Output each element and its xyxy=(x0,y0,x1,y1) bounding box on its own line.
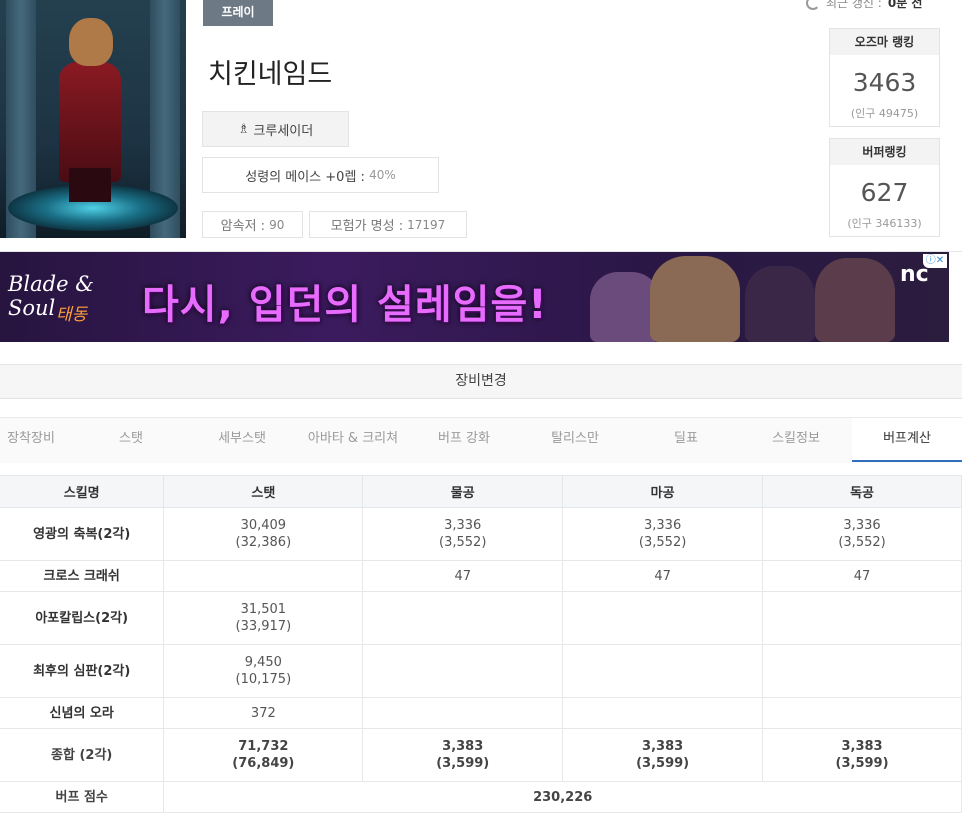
section-title[interactable]: 장비변경 xyxy=(0,364,962,399)
skill-name: 크로스 크래쉬 xyxy=(0,560,165,592)
tab-buff-enhance[interactable]: 버프 강화 xyxy=(414,418,514,462)
character-header: 프레이 치킨네임드 ♗ 크루세이더 성령의 메이스 +0렙 : 40% 암속저 … xyxy=(0,0,962,240)
character-figure xyxy=(55,18,125,202)
skill-name: 종합 (2각) xyxy=(0,728,165,782)
mag-cell: 47 xyxy=(562,560,764,592)
tab-stats[interactable]: 스탯 xyxy=(84,418,178,462)
tab-avatar-creature[interactable]: 아바타 & 크리쳐 xyxy=(300,418,406,462)
ranking-value: 627 xyxy=(860,178,909,207)
ranking-population: (인구 346133) xyxy=(847,217,922,230)
stat-cell: 9,450 (10,175) xyxy=(163,644,364,698)
figure-legs xyxy=(69,168,111,202)
stat-cell: 30,409 (32,386) xyxy=(163,507,364,561)
mag-cell: 3,383 (3,599) xyxy=(562,728,764,782)
header-mag: 마공 xyxy=(562,475,764,508)
tab-damage-table[interactable]: 딜표 xyxy=(636,418,736,462)
total-row: 종합 (2각) 71,732 (76,849) 3,383 (3,599) 3,38… xyxy=(0,728,962,782)
table-row: 영광의 축복(2각) 30,409 (32,386) 3,336 (3,552) 3… xyxy=(0,507,962,561)
ad-banner[interactable]: Blade & Soul 태동 다시, 입던의 설레임을! nc ⓘ✕ xyxy=(0,252,949,342)
tab-skill-info[interactable]: 스킬정보 xyxy=(746,418,846,462)
phys-cell xyxy=(362,591,564,645)
dark-resist-label: 암속저 : xyxy=(220,219,266,234)
ind-cell: 3,336 (3,552) xyxy=(762,507,962,561)
job-box: ♗ 크루세이더 xyxy=(202,111,349,147)
tab-detail-stats[interactable]: 세부스탯 xyxy=(194,418,290,462)
update-label: 최근 갱신 : xyxy=(826,0,882,10)
phys-cell xyxy=(362,644,564,698)
fame-box: 모험가 명성 :17197 xyxy=(309,211,467,238)
stat-cell: 31,501 (33,917) xyxy=(163,591,364,645)
tab-bar: 장착장비 스탯 세부스탯 아바타 & 크리쳐 버프 강화 탈리스만 딜표 스킬정… xyxy=(0,417,962,463)
fame-value: 17197 xyxy=(407,217,446,232)
mag-cell: 3,336 (3,552) xyxy=(562,507,764,561)
header-stat: 스탯 xyxy=(163,475,364,508)
ind-cell: 47 xyxy=(762,560,962,592)
character-portrait xyxy=(0,0,186,238)
skill-name: 최후의 심판(2각) xyxy=(0,644,165,698)
ranking-value: 3463 xyxy=(852,68,917,97)
ind-cell xyxy=(762,697,962,729)
table-row: 신념의 오라 372 xyxy=(0,697,962,729)
stat-cell: 71,732 (76,849) xyxy=(163,728,364,782)
stat-cell xyxy=(163,560,364,592)
banner-characters xyxy=(560,252,900,342)
table-row: 최후의 심판(2각) 9,450 (10,175) xyxy=(0,644,962,698)
header-phys: 물공 xyxy=(362,475,564,508)
weapon-pct: 40% xyxy=(369,168,396,182)
figure-body xyxy=(59,62,121,182)
mag-cell xyxy=(562,591,764,645)
buffer-ranking-box: 버퍼랭킹 627 (인구 346133) xyxy=(829,138,940,237)
tab-talisman[interactable]: 탈리스만 xyxy=(526,418,624,462)
job-label: 크루세이더 xyxy=(253,123,314,139)
mag-cell xyxy=(562,697,764,729)
dark-resist-value: 90 xyxy=(269,217,285,232)
ind-cell xyxy=(762,644,962,698)
ranking-title: 버퍼랭킹 xyxy=(830,139,939,165)
class-badge: 프레이 xyxy=(203,0,273,26)
phys-cell xyxy=(362,697,564,729)
banner-headline: 다시, 입던의 설레임을! xyxy=(142,282,548,328)
character-name: 치킨네임드 xyxy=(208,59,333,90)
weapon-box: 성령의 메이스 +0렙 : 40% xyxy=(202,157,439,193)
update-status[interactable]: 최근 갱신 : 0분 전 xyxy=(806,0,922,11)
score-value: 230,226 xyxy=(163,781,962,813)
mag-cell xyxy=(562,644,764,698)
header-ind: 독공 xyxy=(762,475,962,508)
update-value: 0분 전 xyxy=(887,0,923,10)
skill-name: 신념의 오라 xyxy=(0,697,165,729)
header-skill: 스킬명 xyxy=(0,475,165,508)
table-row: 아포칼립스(2각) 31,501 (33,917) xyxy=(0,591,962,645)
bns-logo: Blade & Soul 태동 xyxy=(6,266,131,328)
refresh-icon[interactable] xyxy=(806,0,820,10)
ad-info-icon[interactable]: ⓘ✕ xyxy=(923,254,947,268)
phys-cell: 3,383 (3,599) xyxy=(362,728,564,782)
score-row: 버프 점수 230,226 xyxy=(0,781,962,813)
phys-cell: 3,336 (3,552) xyxy=(362,507,564,561)
stat-cell: 372 xyxy=(163,697,364,729)
fame-label: 모험가 명성 : xyxy=(330,219,404,234)
ind-cell: 3,383 (3,599) xyxy=(762,728,962,782)
logo-line2: 태동 xyxy=(56,305,88,325)
job-icon: ♗ xyxy=(237,121,250,137)
ozma-ranking-box: 오즈마 랭킹 3463 (인구 49475) xyxy=(829,28,940,127)
score-label: 버프 점수 xyxy=(0,781,165,813)
phys-cell: 47 xyxy=(362,560,564,592)
figure-head xyxy=(69,18,113,66)
tab-equipment[interactable]: 장착장비 xyxy=(0,418,76,462)
skill-name: 아포칼립스(2각) xyxy=(0,591,165,645)
ind-cell xyxy=(762,591,962,645)
skill-name: 영광의 축복(2각) xyxy=(0,507,165,561)
buff-table: 스킬명 스탯 물공 마공 독공 영광의 축복(2각) 30,409 (32,386… xyxy=(0,475,962,813)
tab-buff-calc[interactable]: 버프계산 xyxy=(852,418,962,462)
ranking-population: (인구 49475) xyxy=(850,107,919,120)
ranking-title: 오즈마 랭킹 xyxy=(830,29,939,55)
table-row: 크로스 크래쉬 47 47 47 xyxy=(0,560,962,592)
dark-resist-box: 암속저 :90 xyxy=(202,211,303,238)
weapon-label: 성령의 메이스 +0렙 : xyxy=(245,169,365,185)
